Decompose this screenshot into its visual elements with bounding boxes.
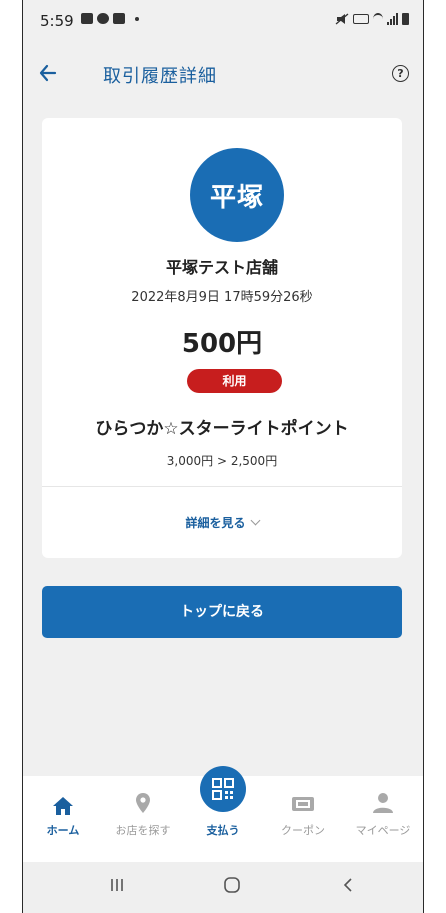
status-badge: 利用 — [187, 369, 282, 393]
help-icon[interactable]: ? — [392, 65, 409, 82]
mute-icon — [335, 13, 349, 25]
arrow-left-icon — [39, 64, 57, 82]
gallery-icon — [81, 13, 93, 24]
status-bar: 5:59 — [23, 0, 423, 40]
transaction-amount: 500円 — [181, 329, 263, 359]
signal-icon — [387, 13, 398, 25]
phone-screen: 5:59 取引履歴詳細 ? 平塚 平塚テスト店舗 2022年8月9日 17時59… — [22, 0, 424, 913]
home-icon — [53, 797, 73, 815]
notification-icon — [113, 13, 125, 24]
store-name: 平塚テスト店舗 — [165, 258, 278, 277]
chevron-down-icon — [250, 515, 260, 526]
nav-item-mypage[interactable]: マイページ — [343, 776, 423, 862]
nav-label-coupon: クーポン — [281, 824, 325, 837]
nav-label-mypage: マイページ — [355, 824, 411, 837]
nav-label-find-store: お店を探す — [115, 824, 171, 837]
more-dot-icon — [135, 16, 139, 21]
point-name: ひらつか☆スターライトポイント — [95, 419, 349, 439]
view-details-link[interactable]: 詳細を見る — [42, 514, 402, 531]
back-to-top-button[interactable]: トップに戻る — [42, 586, 402, 638]
back-button[interactable] — [35, 60, 65, 86]
back-nav-icon[interactable] — [341, 876, 355, 894]
notification-icons — [81, 13, 139, 24]
app-header: 取引履歴詳細 ? — [23, 50, 423, 96]
nav-item-coupon[interactable]: クーポン — [263, 776, 343, 862]
status-time: 5:59 — [40, 12, 74, 30]
transaction-datetime: 2022年8月9日 17時59分26秒 — [131, 290, 313, 305]
system-nav-bar — [23, 862, 423, 913]
recent-apps-icon[interactable] — [109, 876, 125, 894]
view-details-label: 詳細を見る — [185, 516, 246, 530]
pay-button-circle — [200, 766, 246, 812]
nav-label-pay: 支払う — [206, 824, 240, 837]
balance-change: 3,000円 > 2,500円 — [166, 454, 278, 468]
map-pin-icon — [136, 793, 150, 813]
person-icon — [373, 793, 393, 813]
transaction-card: 平塚 平塚テスト店舗 2022年8月9日 17時59分26秒 500円 利用 ひ… — [42, 118, 402, 558]
wifi-calling-icon — [353, 14, 369, 24]
nav-label-home: ホーム — [46, 824, 80, 837]
store-avatar: 平塚 — [190, 148, 284, 242]
home-button-icon[interactable] — [223, 876, 241, 894]
page-title: 取引履歴詳細 — [103, 66, 217, 87]
nav-item-find-store[interactable]: お店を探す — [103, 776, 183, 862]
divider — [42, 486, 402, 487]
nav-item-pay[interactable]: 支払う — [183, 766, 263, 862]
system-icons — [335, 13, 409, 25]
bottom-nav: ホーム お店を探す 支払う クーポン マイページ — [23, 766, 423, 862]
lte-icon — [373, 13, 383, 25]
app-icon — [97, 13, 109, 24]
coupon-icon — [292, 797, 314, 811]
qr-code-icon — [212, 778, 234, 800]
battery-icon — [402, 13, 409, 25]
nav-item-home[interactable]: ホーム — [23, 776, 103, 862]
